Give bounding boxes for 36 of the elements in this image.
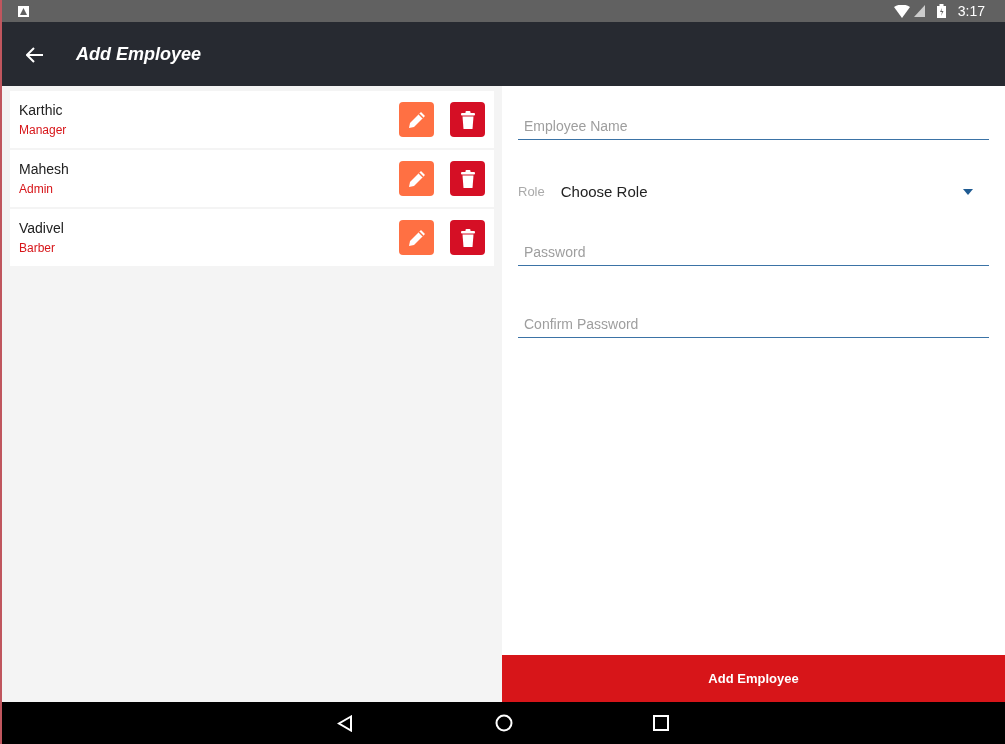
trash-icon	[460, 110, 475, 129]
employee-role: Manager	[19, 122, 68, 139]
trash-icon	[460, 228, 475, 247]
delete-button[interactable]	[450, 161, 485, 196]
employee-name: Karthic	[19, 101, 64, 120]
role-value: Choose Role	[560, 181, 648, 202]
add-employee-button[interactable]: Add Employee	[502, 655, 1005, 702]
pencil-icon	[406, 109, 427, 130]
role-dropdown[interactable]: Role Choose Role	[518, 164, 989, 212]
recents-nav-icon[interactable]	[653, 715, 669, 731]
employee-name: Vadivel	[19, 219, 65, 238]
trash-icon	[460, 169, 475, 188]
pencil-icon	[406, 227, 427, 248]
dropdown-caret-icon	[963, 189, 973, 195]
delete-button[interactable]	[450, 220, 485, 255]
role-label: Role	[518, 183, 545, 202]
edit-button[interactable]	[399, 102, 434, 137]
employee-card[interactable]: Vadivel Barber	[10, 209, 494, 266]
employee-name: Mahesh	[19, 160, 70, 179]
pencil-icon	[406, 168, 427, 189]
edit-button[interactable]	[399, 220, 434, 255]
back-nav-icon[interactable]	[337, 714, 353, 732]
delete-button[interactable]	[450, 102, 485, 137]
employee-role: Admin	[19, 181, 54, 198]
clock-time: 3:17	[957, 1, 985, 21]
app-bar-title: Add Employee	[76, 42, 202, 66]
employee-role: Barber	[19, 240, 57, 257]
home-nav-icon[interactable]	[495, 714, 513, 732]
employee-card[interactable]: Mahesh Admin	[10, 150, 494, 207]
back-arrow-icon	[26, 46, 44, 63]
battery-icon	[936, 4, 946, 18]
notification-icon	[18, 5, 29, 17]
signal-icon	[913, 5, 925, 17]
employee-card[interactable]: Karthic Manager	[10, 91, 494, 148]
wifi-icon	[893, 4, 910, 18]
edit-button[interactable]	[399, 161, 434, 196]
